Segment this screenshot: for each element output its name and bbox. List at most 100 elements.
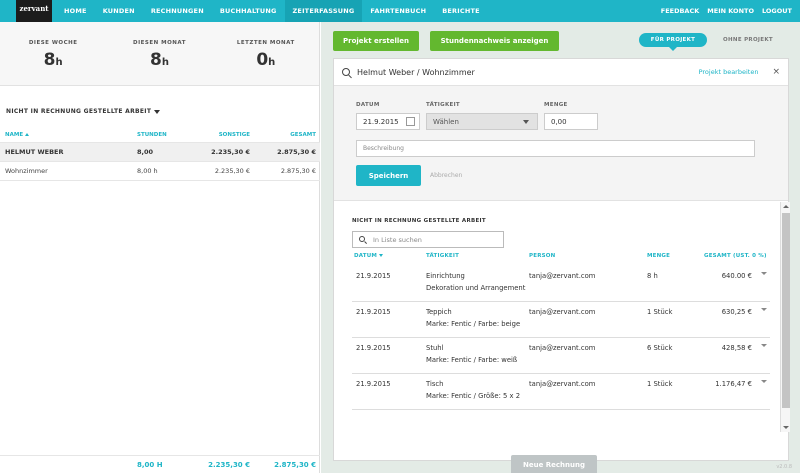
table-header: NAME STUNDEN SONSTIGE GESAMT [0,128,320,143]
row-quantity: 8 h [647,272,658,280]
row-date: 21.9.2015 [356,308,391,316]
total-hours: 8,00 H [137,460,163,469]
activity-select[interactable]: Wählen [426,113,538,130]
row-name: HELMUT WEBER [5,148,64,156]
row-date: 21.9.2015 [356,272,391,280]
nav-fahrtenbuch[interactable]: FAHRTENBUCH [362,0,434,22]
calendar-icon[interactable] [406,117,415,126]
project-panel: Helmut Weber / Wohnzimmer Projekt bearbe… [333,58,790,473]
stat-this-week: DIESE WOCHE 8h [0,22,106,85]
col-hours[interactable]: STUNDEN [115,132,170,138]
total-sum: 2.875,30 € [274,460,316,469]
col-total[interactable]: GESAMT [250,132,316,138]
quantity-label: MENGE [544,102,568,108]
edit-project-link[interactable]: Projekt bearbeiten [699,68,759,76]
sort-desc-icon [379,254,384,257]
row-total: 640.00 € [721,272,752,280]
left-pane: DIESE WOCHE 8h DIESEN MONAT 8h LETZTEN M… [0,22,320,473]
nav-home[interactable]: HOME [56,0,95,22]
stat-label: DIESE WOCHE [28,40,78,46]
nav-zeiterfassung[interactable]: ZEITERFASSUNG [284,0,363,22]
nav-mein-konto[interactable]: MEIN KONTO [703,0,758,22]
new-invoice-button[interactable]: Neue Rechnung [511,455,597,473]
create-project-button[interactable]: Projekt erstellen [333,31,419,51]
quantity-field[interactable]: 0,00 [544,113,598,130]
date-field[interactable]: 21.9.2015 [356,113,420,130]
description-field[interactable]: Beschreibung [356,140,755,157]
account-nav: FEEDBACK MEIN KONTO LOGOUT [657,0,796,22]
row-total: 1.176,47 € [715,380,752,388]
table-row[interactable]: 21.9.2015 Tisch Marke: Fentic / Größe: 5 … [352,374,770,410]
list-search-input[interactable]: In Liste suchen [352,231,504,248]
col-total[interactable]: GESAMT (UST. 0 %) [704,253,767,259]
stat-value: 8h [150,50,169,70]
col-person[interactable]: PERSON [529,253,555,259]
toggle-no-project[interactable]: OHNE PROJEKT [713,33,783,47]
date-label: DATUM [356,102,380,108]
panel-header: Helmut Weber / Wohnzimmer Projekt bearbe… [334,59,788,86]
cancel-button[interactable]: Abbrechen [430,172,462,179]
search-icon [359,236,365,242]
row-menu-icon[interactable] [761,308,767,311]
row-total: 2.875,30 € [277,148,316,156]
nav-feedback[interactable]: FEEDBACK [657,0,704,22]
nav-kunden[interactable]: KUNDEN [95,0,143,22]
table-row[interactable]: Wohnzimmer 8,00 h 2.235,30 € 2.875,30 € [0,162,320,181]
row-hours: 8,00 h [137,167,158,175]
table-row[interactable]: HELMUT WEBER 8,00 2.235,30 € 2.875,30 € [0,143,320,162]
version-label: v2.0.8 [776,464,792,470]
row-date: 21.9.2015 [356,344,391,352]
col-date[interactable]: DATUM [354,253,384,259]
row-person: tanja@zervant.com [529,272,596,280]
stat-value: 8h [43,50,63,70]
row-other: 2.235,30 € [214,167,250,175]
unbilled-table: NAME STUNDEN SONSTIGE GESAMT HELMUT WEBE… [0,128,320,181]
row-activity: Teppich Marke: Fentic / Farbe: beige [426,308,521,328]
stat-value: 0h [256,50,276,70]
row-name: Wohnzimmer [5,167,48,175]
save-button[interactable]: Speichern [356,165,421,186]
row-activity: Tisch Marke: Fentic / Größe: 5 x 2 [426,380,521,400]
top-nav-bar: zervant HOME KUNDEN RECHNUNGEN BUCHHALTU… [0,0,800,30]
list-header: DATUM TÄTIGKEIT PERSON MENGE GESAMT (UST… [352,253,770,263]
row-menu-icon[interactable] [761,380,767,383]
stat-this-month: DIESEN MONAT 8h [106,22,212,85]
stat-last-month: LETZTEN MONAT 0h [213,22,319,85]
table-row[interactable]: 21.9.2015 Stuhl Marke: Fentic / Farbe: we… [352,338,770,374]
scroll-down-icon[interactable] [783,426,789,429]
toggle-per-project[interactable]: FÜR PROJEKT [639,33,707,51]
row-other: 2.235,30 € [211,148,250,156]
dropdown-arrow-icon [523,120,529,124]
row-menu-icon[interactable] [761,344,767,347]
sort-asc-icon [25,133,30,136]
show-timesheet-button[interactable]: Stundennachweis anzeigen [430,31,559,51]
row-menu-icon[interactable] [761,272,767,275]
row-activity: Einrichtung Dekoration und Arrangement [426,272,526,292]
col-activity[interactable]: TÄTIGKEIT [426,253,459,259]
totals-row: 8,00 H 2.235,30 € 2.875,30 € [0,455,320,473]
scroll-up-icon[interactable] [783,205,789,208]
list-title: NICHT IN RECHNUNG GESTELLTE ARBEIT [352,218,486,224]
right-pane: Projekt erstellen Stundennachweis anzeig… [321,22,800,473]
nav-berichte[interactable]: BERICHTE [434,0,488,22]
search-icon [342,68,350,76]
table-row[interactable]: 21.9.2015 Einrichtung Dekoration und Arra… [352,266,770,302]
nav-logout[interactable]: LOGOUT [758,0,796,22]
col-name[interactable]: NAME [5,132,115,138]
row-quantity: 1 Stück [647,380,673,388]
row-quantity: 6 Stück [647,344,673,352]
col-quantity[interactable]: MENGE [647,253,670,259]
close-icon[interactable]: × [772,67,780,77]
main-nav: HOME KUNDEN RECHNUNGEN BUCHHALTUNG ZEITE… [56,0,488,22]
unbilled-work-dropdown[interactable]: NICHT IN RECHNUNG GESTELLTE ARBEIT [6,108,161,115]
scrollbar-thumb[interactable] [782,213,790,408]
col-other[interactable]: SONSTIGE [170,132,250,138]
row-person: tanja@zervant.com [529,308,596,316]
row-total: 2.875,30 € [280,167,316,175]
nav-rechnungen[interactable]: RECHNUNGEN [143,0,212,22]
nav-buchhaltung[interactable]: BUCHHALTUNG [212,0,285,22]
unbilled-work-list: NICHT IN RECHNUNG GESTELLTE ARBEIT In Li… [334,202,790,432]
table-row[interactable]: 21.9.2015 Teppich Marke: Fentic / Farbe: … [352,302,770,338]
row-activity: Stuhl Marke: Fentic / Farbe: weiß [426,344,518,364]
list-scrollbar[interactable] [780,202,790,432]
